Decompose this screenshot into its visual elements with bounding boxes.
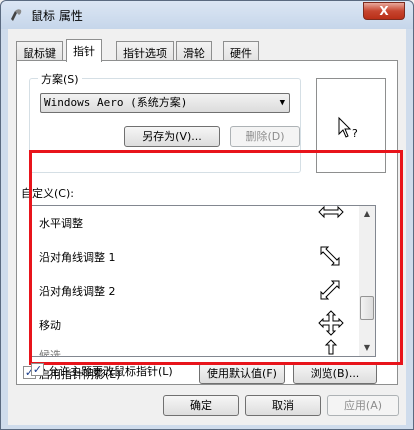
save-as-button[interactable]: 另存为(V)... [124, 126, 220, 147]
window-title: 鼠标 属性 [31, 9, 83, 23]
mouse-properties-window: 鼠标 属性 X 鼠标键 指针 指针选项 滑轮 硬件 方案(S) Windows … [0, 0, 414, 430]
delete-button[interactable]: 删除(D) [230, 126, 300, 147]
ok-button[interactable]: 确定 [163, 395, 239, 416]
annotation-highlight-box [29, 150, 403, 365]
scheme-label: 方案(S) [38, 71, 82, 87]
allow-themes-checkbox[interactable]: ✓ [31, 363, 44, 376]
browse-button[interactable]: 浏览(B)... [293, 363, 377, 384]
help-select-cursor-icon: ? [338, 116, 358, 140]
apply-button[interactable]: 应用(A) [327, 395, 399, 416]
close-button[interactable]: X [363, 2, 405, 20]
svg-text:?: ? [352, 127, 358, 140]
mouse-app-icon [11, 9, 22, 21]
allow-themes-label: 允许主题更改鼠标指针(L) [48, 365, 173, 378]
tab-mouse-buttons[interactable]: 鼠标键 [16, 41, 63, 61]
scheme-selected-value: Windows Aero (系统方案) [44, 96, 188, 109]
tab-hardware[interactable]: 硬件 [223, 41, 259, 61]
cancel-button[interactable]: 取消 [245, 395, 321, 416]
tab-wheel[interactable]: 滑轮 [176, 41, 212, 61]
title-bar[interactable]: 鼠标 属性 X [1, 1, 413, 29]
use-default-button[interactable]: 使用默认值(F) [199, 363, 285, 384]
tab-pointer-options[interactable]: 指针选项 [116, 41, 174, 61]
chevron-down-icon: ▼ [279, 98, 285, 108]
dialog-client-area: 鼠标键 指针 指针选项 滑轮 硬件 方案(S) Windows Aero (系统… [8, 29, 406, 425]
scheme-dropdown[interactable]: Windows Aero (系统方案) ▼ [40, 93, 290, 113]
tab-pointers[interactable]: 指针 [66, 39, 102, 62]
